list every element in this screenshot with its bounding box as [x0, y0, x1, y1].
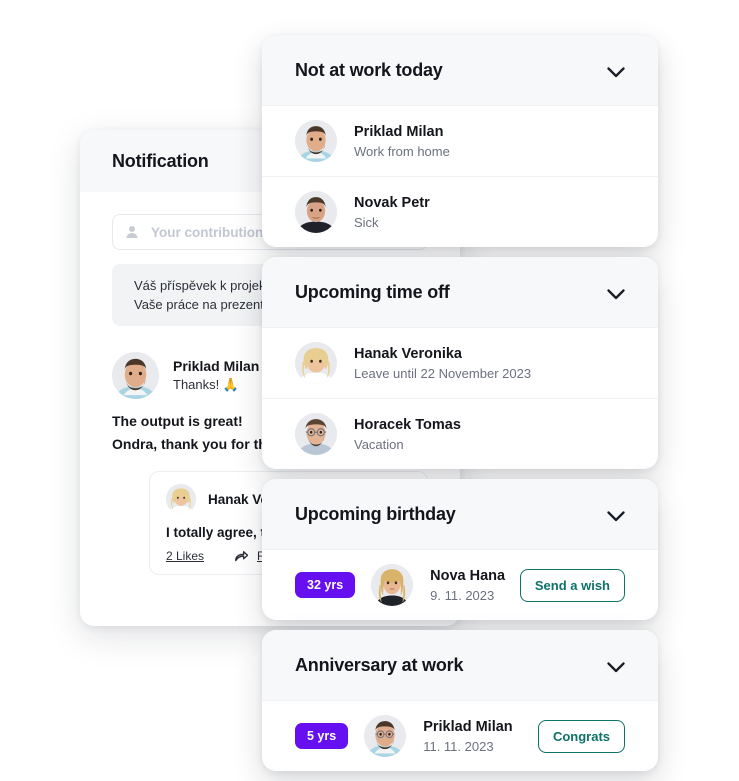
avatar	[295, 120, 337, 162]
card-header[interactable]: Not at work today	[262, 35, 658, 105]
person-name: Nova Hana	[430, 567, 506, 584]
chevron-down-icon[interactable]	[607, 65, 625, 77]
avatar	[295, 342, 337, 384]
card-header[interactable]: Upcoming birthday	[262, 479, 658, 549]
chevron-down-icon[interactable]	[607, 287, 625, 299]
person-name: Priklad Milan	[354, 123, 444, 140]
avatar	[112, 352, 159, 399]
comment-author: Priklad Milan	[173, 358, 260, 374]
card-title: Upcoming birthday	[295, 503, 456, 524]
comment-meta: Priklad Milan Thanks! 🙏	[173, 358, 259, 393]
avatar	[295, 413, 337, 455]
avatar	[295, 191, 337, 233]
page-title: Notification	[112, 150, 209, 171]
avatar	[371, 564, 414, 606]
list-item-texts: Horacek Tomas Vacation	[354, 417, 461, 452]
likes-link[interactable]: 2 Likes	[166, 549, 204, 563]
list-item[interactable]: Priklad Milan Work from home	[262, 105, 658, 176]
person-status: Leave until 22 November 2023	[354, 365, 532, 381]
person-status: Work from home	[354, 143, 450, 159]
list-item-texts: Nova Hana 9. 11. 2023	[430, 568, 505, 603]
list-item[interactable]: Hanak Veronika Leave until 22 November 2…	[262, 327, 658, 398]
card-anniversary-at-work: Anniversary at work 5 yrs Priklad Milan …	[262, 630, 658, 771]
person-icon	[125, 225, 139, 239]
avatar	[364, 715, 407, 757]
card-upcoming-birthday: Upcoming birthday 32 yrs Nova Hana 9. 11…	[262, 479, 658, 620]
list-item[interactable]: Horacek Tomas Vacation	[262, 398, 658, 469]
list-item[interactable]: 5 yrs Priklad Milan 11. 11. 2023 Congrat…	[262, 700, 658, 771]
send-a-wish-button[interactable]: Send a wish	[519, 568, 625, 602]
person-status: Vacation	[354, 436, 404, 452]
list-item-texts: Novak Petr Sick	[354, 195, 430, 230]
chevron-down-icon[interactable]	[607, 660, 625, 672]
person-date: 9. 11. 2023	[430, 587, 495, 603]
card-title: Anniversary at work	[295, 654, 464, 675]
comment-subtext: Thanks! 🙏	[173, 377, 240, 392]
person-status: Sick	[354, 214, 379, 230]
years-badge: 32 yrs	[295, 572, 356, 598]
list-item-texts: Hanak Veronika Leave until 22 November 2…	[354, 346, 531, 381]
card-header[interactable]: Upcoming time off	[262, 257, 658, 327]
card-title: Not at work today	[295, 59, 443, 80]
widget-card-stack: Not at work today Priklad Milan Work fro…	[262, 35, 658, 781]
years-badge: 5 yrs	[295, 723, 349, 749]
card-upcoming-time-off: Upcoming time off Hanak Veronika Leave u…	[262, 257, 658, 469]
congrats-button[interactable]: Congrats	[537, 719, 625, 753]
avatar	[166, 484, 196, 514]
person-name: Horacek Tomas	[354, 416, 461, 433]
list-item-texts: Priklad Milan Work from home	[354, 124, 450, 159]
list-item[interactable]: 32 yrs Nova Hana 9. 11. 2023 Send a wish	[262, 549, 658, 620]
person-name: Hanak Veronika	[354, 345, 462, 362]
reply-arrow-icon	[234, 550, 249, 563]
person-date: 11. 11. 2023	[423, 738, 494, 754]
person-name: Novak Petr	[354, 194, 430, 211]
list-item[interactable]: Novak Petr Sick	[262, 176, 658, 247]
card-not-at-work-today: Not at work today Priklad Milan Work fro…	[262, 35, 658, 247]
person-name: Priklad Milan	[423, 718, 513, 735]
card-title: Upcoming time off	[295, 281, 450, 302]
chevron-down-icon[interactable]	[607, 509, 625, 521]
list-item-texts: Priklad Milan 11. 11. 2023	[423, 719, 512, 754]
card-header[interactable]: Anniversary at work	[262, 630, 658, 700]
